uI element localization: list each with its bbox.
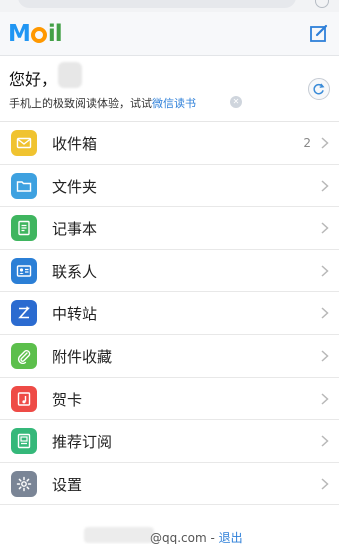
- menu-list: 收件箱 2 文件夹 记事本 联系人 中转站 附件收藏 贺卡 推荐订阅 设置: [0, 122, 339, 506]
- greeting-subtitle: 手机上的极致阅读体验，试试微信读书: [9, 95, 196, 111]
- inbox-icon: [11, 130, 37, 156]
- menu-item-label: 记事本: [52, 220, 98, 239]
- dismiss-icon[interactable]: ✕: [230, 96, 242, 108]
- menu-item-transfer-station[interactable]: 中转站: [0, 292, 339, 335]
- chevron-right-icon: [321, 180, 329, 192]
- greeting-panel: 您好， 手机上的极致阅读体验，试试微信读书 ✕: [0, 56, 339, 122]
- menu-item-folders[interactable]: 文件夹: [0, 164, 339, 208]
- redacted-email-user: [84, 527, 154, 543]
- transfer-icon: [11, 300, 37, 327]
- greeting-text: 您好，: [9, 70, 58, 89]
- search-bar-remnant[interactable]: [18, 0, 296, 8]
- menu-item-settings[interactable]: 设置: [0, 462, 339, 506]
- menu-item-label: 附件收藏: [52, 347, 113, 366]
- account-email: @qq.com - 退出: [150, 529, 243, 544]
- unread-count: 2: [303, 136, 311, 150]
- corner-icon[interactable]: [315, 0, 329, 8]
- menu-item-label: 设置: [52, 475, 83, 494]
- contacts-icon: [11, 257, 37, 284]
- menu-item-greeting-cards[interactable]: 贺卡: [0, 377, 339, 421]
- chevron-right-icon: [321, 265, 329, 277]
- subscription-icon: [11, 428, 37, 455]
- chevron-right-icon: [321, 307, 329, 319]
- menu-item-subscriptions[interactable]: 推荐订阅: [0, 420, 339, 463]
- account-footer: @qq.com - 退出: [0, 527, 339, 544]
- menu-item-contacts[interactable]: 联系人: [0, 249, 339, 293]
- menu-item-label: 收件箱: [52, 135, 98, 153]
- menu-item-label: 推荐订阅: [52, 433, 113, 452]
- greeting-card-icon: [11, 385, 37, 412]
- compose-icon[interactable]: [309, 23, 329, 43]
- chevron-right-icon: [321, 350, 329, 362]
- menu-item-label: 联系人: [52, 262, 98, 281]
- chevron-right-icon: [321, 222, 329, 234]
- menu-item-notepad[interactable]: 记事本: [0, 207, 339, 250]
- mail-logo: Mil: [8, 21, 63, 47]
- top-strip: [0, 0, 339, 12]
- menu-item-inbox[interactable]: 收件箱 2: [0, 122, 339, 165]
- weread-link[interactable]: 微信读书: [152, 97, 196, 110]
- redacted-username: [58, 62, 82, 88]
- menu-item-label: 贺卡: [52, 390, 83, 409]
- folder-icon: [11, 172, 37, 199]
- chevron-right-icon: [321, 137, 329, 149]
- chevron-right-icon: [321, 393, 329, 405]
- refresh-icon[interactable]: [308, 78, 330, 100]
- settings-icon: [11, 470, 37, 497]
- menu-item-attachments[interactable]: 附件收藏: [0, 334, 339, 378]
- attachment-icon: [11, 342, 37, 369]
- menu-item-label: 文件夹: [52, 177, 98, 196]
- logout-link[interactable]: 退出: [219, 531, 243, 544]
- menu-item-label: 中转站: [52, 305, 98, 324]
- subtitle-text: 手机上的极致阅读体验，试试: [9, 97, 152, 110]
- notepad-icon: [11, 215, 37, 242]
- app-header: Mil: [0, 12, 339, 56]
- chevron-right-icon: [321, 478, 329, 490]
- chevron-right-icon: [321, 435, 329, 447]
- email-suffix: @qq.com -: [150, 531, 219, 544]
